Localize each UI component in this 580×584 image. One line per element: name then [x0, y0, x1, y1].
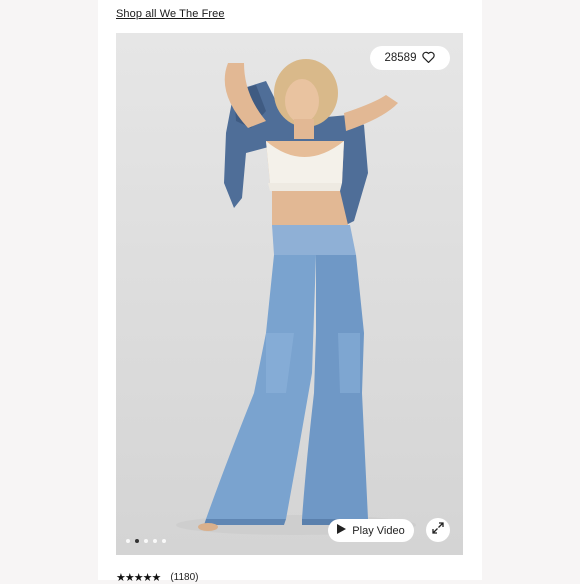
play-icon: [337, 524, 347, 537]
expand-icon: [432, 521, 444, 539]
product-image-gallery[interactable]: 28589 Play Video: [116, 33, 463, 555]
like-button[interactable]: 28589: [370, 46, 450, 70]
gallery-dot-active[interactable]: [135, 539, 139, 543]
gallery-dot[interactable]: [153, 539, 157, 543]
shop-all-link[interactable]: Shop all We The Free: [116, 8, 225, 20]
gallery-dot[interactable]: [144, 539, 148, 543]
star-rating: ★★★★★: [116, 572, 161, 584]
product-photo: [176, 59, 416, 535]
expand-button[interactable]: [426, 518, 450, 542]
heart-icon: [422, 51, 436, 66]
play-video-button[interactable]: Play Video: [328, 519, 414, 542]
gallery-dot[interactable]: [126, 539, 130, 543]
gallery-pagination: [126, 539, 166, 543]
like-count: 28589: [384, 52, 417, 64]
play-video-label: Play Video: [352, 524, 405, 537]
review-count: (1180): [170, 572, 199, 583]
gallery-dot[interactable]: [162, 539, 166, 543]
rating-row[interactable]: ★★★★★ (1180): [116, 571, 198, 584]
